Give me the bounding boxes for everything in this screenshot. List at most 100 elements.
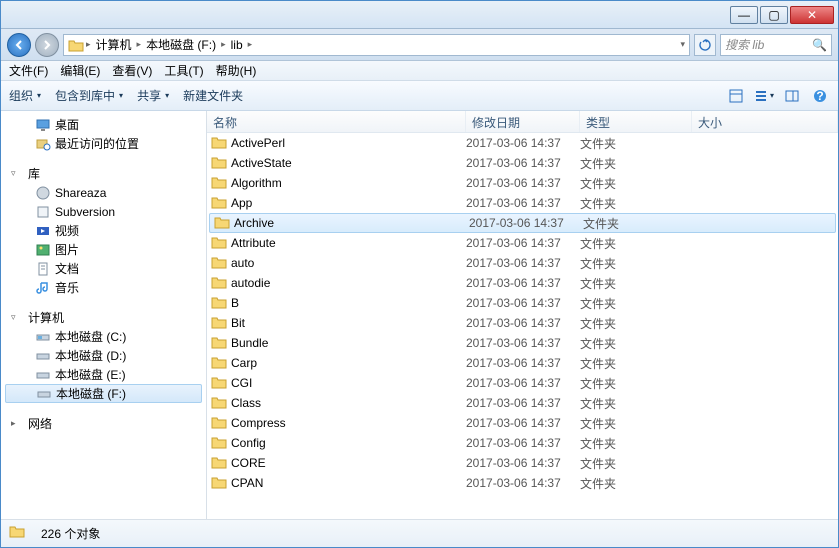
folder-icon: [211, 455, 227, 472]
chevron-down-icon[interactable]: ▾: [680, 39, 685, 50]
folder-icon: [211, 295, 227, 312]
sidebar-item-drive-c[interactable]: 本地磁盘 (C:): [1, 327, 206, 346]
sidebar-item-subversion[interactable]: Subversion: [1, 202, 206, 221]
sidebar-item-label: Subversion: [55, 205, 115, 219]
close-button[interactable]: ✕: [790, 6, 834, 24]
menu-tools[interactable]: 工具(T): [164, 62, 203, 79]
folder-icon: [211, 415, 227, 432]
menu-view[interactable]: 查看(V): [112, 62, 152, 79]
organize-button[interactable]: 组织: [9, 87, 41, 104]
file-row[interactable]: App2017-03-06 14:37文件夹: [207, 193, 838, 213]
file-row[interactable]: ActiveState2017-03-06 14:37文件夹: [207, 153, 838, 173]
file-list-pane: 名称 修改日期 类型 大小 ActivePerl2017-03-06 14:37…: [207, 111, 838, 519]
file-type: 文件夹: [580, 415, 692, 432]
breadcrumb-item-folder[interactable]: lib: [228, 38, 246, 52]
file-row[interactable]: CPAN2017-03-06 14:37文件夹: [207, 473, 838, 493]
view-mode-button[interactable]: [754, 86, 774, 106]
file-date: 2017-03-06 14:37: [466, 176, 580, 190]
menu-file[interactable]: 文件(F): [9, 62, 48, 79]
folder-icon: [211, 315, 227, 332]
file-row[interactable]: CGI2017-03-06 14:37文件夹: [207, 373, 838, 393]
shareaza-icon: [35, 185, 51, 201]
back-button[interactable]: [7, 33, 31, 57]
list-icon: [754, 89, 768, 103]
file-name: ActiveState: [231, 156, 292, 170]
sidebar-item-label: 本地磁盘 (F:): [56, 385, 126, 402]
column-header-size[interactable]: 大小: [692, 111, 838, 132]
file-type: 文件夹: [580, 295, 692, 312]
include-library-button[interactable]: 包含到库中: [55, 87, 123, 104]
sidebar-item-music[interactable]: 音乐: [1, 278, 206, 297]
file-type: 文件夹: [580, 175, 692, 192]
file-row[interactable]: Algorithm 2017-03-06 14:37文件夹: [207, 173, 838, 193]
sidebar-item-recent[interactable]: 最近访问的位置: [1, 134, 206, 153]
view-options-button[interactable]: [726, 86, 746, 106]
file-date: 2017-03-06 14:37: [466, 376, 580, 390]
sidebar-item-label: 网络: [28, 415, 52, 432]
sidebar-item-label: 本地磁盘 (C:): [55, 328, 126, 345]
expand-icon[interactable]: ▿: [11, 168, 20, 179]
file-name: Carp: [231, 356, 257, 370]
refresh-button[interactable]: [694, 34, 716, 56]
menu-help[interactable]: 帮助(H): [216, 62, 257, 79]
file-list[interactable]: ActivePerl2017-03-06 14:37文件夹ActiveState…: [207, 133, 838, 519]
file-row[interactable]: Carp2017-03-06 14:37文件夹: [207, 353, 838, 373]
menu-edit[interactable]: 编辑(E): [60, 62, 100, 79]
minimize-icon: —: [738, 8, 750, 22]
help-icon: ?: [813, 89, 827, 103]
sidebar-item-documents[interactable]: 文档: [1, 259, 206, 278]
file-name: B: [231, 296, 239, 310]
sidebar-item-label: Shareaza: [55, 186, 106, 200]
svg-text:?: ?: [816, 89, 823, 103]
navigation-pane[interactable]: 桌面 最近访问的位置 ▿库 Shareaza Subversion 视频 图片 …: [1, 111, 207, 519]
file-type: 文件夹: [580, 335, 692, 352]
drive-icon: [35, 348, 51, 364]
breadcrumb[interactable]: ▸ 计算机 ▸ 本地磁盘 (F:) ▸ lib ▸ ▾: [63, 34, 690, 56]
file-row[interactable]: autodie2017-03-06 14:37文件夹: [207, 273, 838, 293]
file-row[interactable]: Archive2017-03-06 14:37文件夹: [209, 213, 836, 233]
column-header-type[interactable]: 类型: [580, 111, 692, 132]
sidebar-item-videos[interactable]: 视频: [1, 221, 206, 240]
preview-pane-button[interactable]: [782, 86, 802, 106]
sidebar-item-desktop[interactable]: 桌面: [1, 115, 206, 134]
breadcrumb-item-drive[interactable]: 本地磁盘 (F:): [143, 36, 219, 53]
file-row[interactable]: Bundle2017-03-06 14:37文件夹: [207, 333, 838, 353]
folder-icon: [211, 255, 227, 272]
file-type: 文件夹: [580, 275, 692, 292]
file-name: auto: [231, 256, 254, 270]
forward-button[interactable]: [35, 33, 59, 57]
sidebar-heading-network[interactable]: ▸ 网络: [1, 413, 206, 433]
folder-icon: [211, 195, 227, 212]
expand-icon[interactable]: ▸: [11, 418, 20, 429]
sidebar-item-pictures[interactable]: 图片: [1, 240, 206, 259]
new-folder-button[interactable]: 新建文件夹: [183, 87, 243, 104]
sidebar-item-drive-d[interactable]: 本地磁盘 (D:): [1, 346, 206, 365]
column-header-date[interactable]: 修改日期: [466, 111, 580, 132]
sidebar-heading-computer[interactable]: ▿计算机: [1, 307, 206, 327]
sidebar-item-drive-e[interactable]: 本地磁盘 (E:): [1, 365, 206, 384]
search-input[interactable]: 搜索 lib 🔍: [720, 34, 832, 56]
sidebar-item-shareaza[interactable]: Shareaza: [1, 183, 206, 202]
maximize-button[interactable]: ▢: [760, 6, 788, 24]
column-header-name[interactable]: 名称: [207, 111, 466, 132]
expand-icon[interactable]: ▿: [11, 312, 20, 323]
file-row[interactable]: Config2017-03-06 14:37文件夹: [207, 433, 838, 453]
sidebar-item-label: 库: [28, 165, 40, 182]
folder-icon: [214, 215, 230, 232]
breadcrumb-item-computer[interactable]: 计算机: [93, 36, 135, 53]
file-row[interactable]: ActivePerl2017-03-06 14:37文件夹: [207, 133, 838, 153]
file-type: 文件夹: [580, 155, 692, 172]
sidebar-item-drive-f[interactable]: 本地磁盘 (F:): [5, 384, 202, 403]
file-row[interactable]: Bit2017-03-06 14:37文件夹: [207, 313, 838, 333]
share-button[interactable]: 共享: [137, 87, 169, 104]
file-row[interactable]: Class2017-03-06 14:37文件夹: [207, 393, 838, 413]
file-row[interactable]: Attribute2017-03-06 14:37文件夹: [207, 233, 838, 253]
file-row[interactable]: auto2017-03-06 14:37文件夹: [207, 253, 838, 273]
help-button[interactable]: ?: [810, 86, 830, 106]
file-row[interactable]: B2017-03-06 14:37文件夹: [207, 293, 838, 313]
file-row[interactable]: Compress2017-03-06 14:37文件夹: [207, 413, 838, 433]
minimize-button[interactable]: —: [730, 6, 758, 24]
file-name: Algorithm: [231, 176, 282, 190]
sidebar-heading-library[interactable]: ▿库: [1, 163, 206, 183]
file-row[interactable]: CORE2017-03-06 14:37文件夹: [207, 453, 838, 473]
